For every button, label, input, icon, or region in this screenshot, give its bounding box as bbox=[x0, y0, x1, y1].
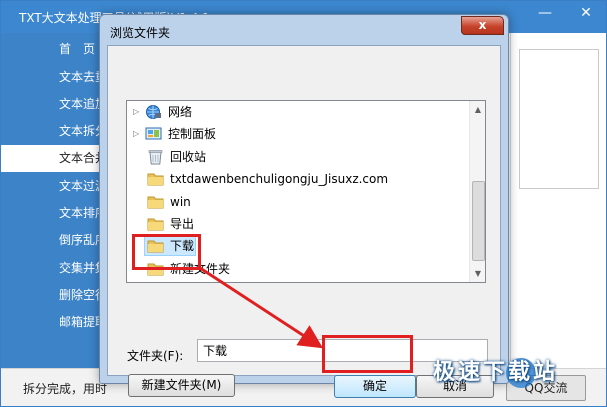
tree-item-folder[interactable]: txtdawenbenchuligongju_Jisuxz.com bbox=[127, 168, 467, 190]
output-box bbox=[519, 49, 599, 189]
tree-scrollbar[interactable]: ▲ ▼ bbox=[469, 101, 485, 282]
ok-button[interactable]: 确定 bbox=[334, 375, 416, 398]
tree-item-control-panel[interactable]: ▷ 控制面板 bbox=[127, 123, 467, 145]
expand-arrow-icon[interactable]: ▷ bbox=[133, 123, 141, 145]
tree-item-label: win bbox=[170, 195, 191, 209]
sidebar-item-sort[interactable]: 文本排序 bbox=[1, 200, 111, 227]
close-icon[interactable]: ✕ bbox=[577, 4, 595, 22]
scroll-up-icon[interactable]: ▲ bbox=[470, 101, 485, 118]
sidebar-item-reverse[interactable]: 倒序乱序 bbox=[1, 227, 111, 254]
sidebar: 首 页 文本去重 文本追加 文本拆分 文本合并 文本过滤 文本排序 倒序乱序 交… bbox=[1, 33, 111, 368]
minimize-icon[interactable]: — bbox=[537, 5, 553, 21]
tree-item-folder[interactable]: win bbox=[127, 191, 467, 213]
tree-item-label: 网络 bbox=[168, 105, 193, 119]
watermark: 极速下载站 bbox=[433, 360, 559, 385]
recycle-bin-icon bbox=[147, 149, 164, 165]
tree-item-label: 控制面板 bbox=[168, 127, 217, 141]
expand-arrow-icon[interactable]: ▷ bbox=[133, 101, 141, 123]
folder-field-label: 文件夹(F): bbox=[127, 349, 184, 363]
sidebar-item-filter[interactable]: 文本过滤 bbox=[1, 173, 111, 200]
tree-item-network[interactable]: ▷ 网络 bbox=[127, 101, 467, 123]
sidebar-item-merge[interactable]: 文本合并 bbox=[1, 145, 111, 172]
scrollbar-thumb[interactable] bbox=[472, 181, 485, 261]
tree-item-label: 导出 bbox=[170, 217, 195, 231]
folder-icon bbox=[147, 194, 164, 210]
tree-item-label: 回收站 bbox=[170, 150, 207, 164]
sidebar-item-home[interactable]: 首 页 bbox=[1, 36, 111, 63]
network-icon bbox=[145, 104, 162, 120]
control-panel-icon bbox=[145, 126, 162, 142]
highlight-box-ok bbox=[322, 335, 413, 373]
folder-icon bbox=[147, 171, 164, 187]
tree-item-label: txtdawenbenchuligongju_Jisuxz.com bbox=[170, 172, 389, 186]
sidebar-item-email[interactable]: 邮箱提取 bbox=[1, 309, 111, 336]
dialog-title: 浏览文件夹 bbox=[110, 26, 171, 40]
scroll-down-icon[interactable]: ▼ bbox=[470, 265, 485, 282]
sidebar-item-dedup[interactable]: 文本去重 bbox=[1, 64, 111, 91]
status-text: 拆分完成，用时 bbox=[23, 382, 108, 396]
browse-folder-dialog: 浏览文件夹 x ▷ 网络 ▷ 控制面板 回收站 txtdawenbenchuli… bbox=[99, 14, 509, 398]
tree-item-folder[interactable]: 导出 bbox=[127, 213, 467, 235]
dialog-body: ▷ 网络 ▷ 控制面板 回收站 txtdawenbenchuligongju_J… bbox=[107, 45, 501, 398]
highlight-box-folder bbox=[132, 234, 201, 270]
sidebar-item-split[interactable]: 文本拆分 bbox=[1, 118, 111, 145]
sidebar-item-intersect[interactable]: 交集并集 bbox=[1, 255, 111, 282]
sidebar-item-delete-blank[interactable]: 删除空行 bbox=[1, 282, 111, 309]
tree-item-recycle-bin[interactable]: 回收站 bbox=[127, 146, 467, 168]
sidebar-item-append[interactable]: 文本追加 bbox=[1, 91, 111, 118]
dialog-close-button[interactable]: x bbox=[461, 16, 504, 35]
new-folder-button[interactable]: 新建文件夹(M) bbox=[128, 374, 235, 397]
folder-icon bbox=[147, 216, 164, 232]
